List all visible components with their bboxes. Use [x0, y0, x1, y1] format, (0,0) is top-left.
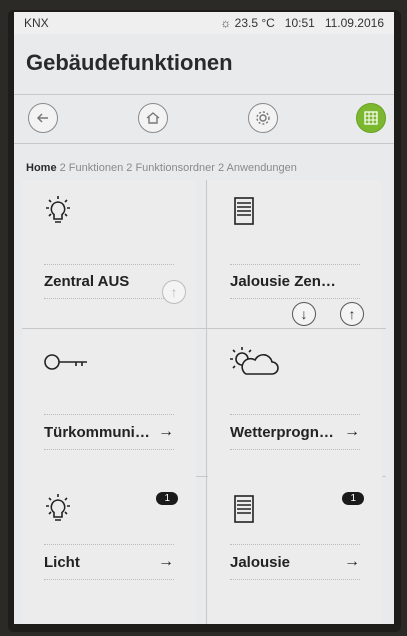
count-badge: 1 — [156, 492, 178, 505]
tile-label: Türkommuni… → — [44, 414, 174, 450]
back-arrow-icon — [36, 113, 48, 123]
tile-licht[interactable]: 1 Licht → — [22, 478, 196, 624]
temperature: 23.5 °C — [234, 16, 275, 30]
down-arrow-icon: ↓ — [300, 306, 308, 322]
breadcrumb-path: 2 Funktionen 2 Funktionsordner 2 Anwendu… — [56, 162, 297, 174]
blind-icon — [234, 197, 254, 225]
date: 11.09.2016 — [324, 16, 384, 30]
up-button[interactable]: ↑ — [340, 302, 364, 326]
key-icon — [44, 354, 87, 370]
gear-icon — [256, 111, 270, 125]
function-grid: Zentral AUS ↑ Jalousie Zen… ↓ ↑ Türkommu… — [22, 180, 386, 624]
down-button[interactable]: ↓ — [292, 302, 316, 326]
tile-jalousie-zentral[interactable]: Jalousie Zen… ↓ ↑ — [208, 180, 382, 328]
grid-view-button[interactable] — [356, 103, 386, 133]
clock-time: 10:51 — [284, 16, 315, 30]
breadcrumb: Home 2 Funktionen 2 Funktionsordner 2 An… — [26, 162, 297, 174]
page-title: Gebäudefunktionen — [26, 50, 233, 75]
tile-label: Licht → — [44, 544, 174, 580]
arrow-right-icon: → — [344, 423, 360, 440]
tile-label-text: Türkommuni… — [44, 423, 150, 441]
tile-label-text: Wetterprogn… — [230, 423, 334, 441]
tile-label-text: Licht — [44, 553, 80, 571]
up-arrow-icon: ↑ — [170, 284, 178, 300]
screen: KNX ☼ 23.5 °C 10:51 11.09.2016 Gebäudefu… — [14, 12, 394, 624]
weather-small-icon: ☼ — [220, 16, 232, 30]
bulb-icon — [46, 196, 70, 223]
weather-icon — [230, 347, 279, 375]
settings-button[interactable] — [248, 103, 278, 133]
tile-label: Jalousie → — [230, 544, 360, 580]
grid-divider — [22, 328, 386, 329]
up-button[interactable]: ↑ — [162, 280, 186, 304]
count-badge: 1 — [342, 492, 364, 505]
breadcrumb-home[interactable]: Home — [26, 162, 57, 174]
nav-bar — [14, 94, 394, 144]
tile-label-text: Zentral AUS — [44, 273, 130, 290]
tile-label-text: Jalousie Zen… — [230, 273, 336, 290]
tile-label: Zentral AUS — [44, 264, 174, 299]
bulb-icon — [46, 494, 70, 521]
blind-icon — [234, 495, 254, 523]
tile-label: Jalousie Zen… — [230, 264, 360, 299]
weather-status: ☼ 23.5 °C — [220, 16, 275, 30]
tile-zentral-aus[interactable]: Zentral AUS ↑ — [22, 180, 196, 328]
arrow-right-icon: → — [344, 553, 360, 570]
arrow-right-icon: → — [158, 553, 174, 570]
home-button[interactable] — [138, 103, 168, 133]
arrow-right-icon: → — [158, 423, 174, 440]
tile-label: Wetterprogn… → — [230, 414, 360, 450]
tile-wetterprognose[interactable]: Wetterprogn… → — [208, 330, 382, 478]
tile-label-text: Jalousie — [230, 553, 291, 571]
grid-icon — [364, 111, 378, 125]
home-icon — [146, 112, 160, 124]
tile-tuerkommunikation[interactable]: Türkommuni… → — [22, 330, 196, 478]
grid-divider — [206, 180, 207, 624]
status-bar: KNX ☼ 23.5 °C 10:51 11.09.2016 — [14, 12, 394, 34]
back-button[interactable] — [28, 103, 58, 133]
tile-jalousie[interactable]: 1 Jalousie → — [208, 478, 382, 624]
knx-label: KNX — [24, 16, 49, 30]
up-arrow-icon: ↑ — [348, 306, 356, 322]
